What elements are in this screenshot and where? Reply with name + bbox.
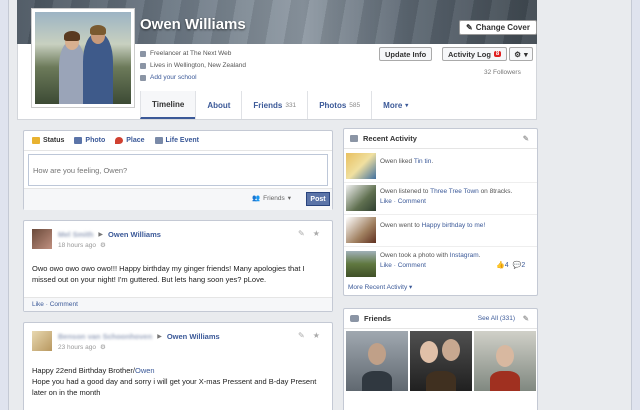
- like-comment-links[interactable]: Like · Comment: [380, 198, 426, 205]
- composer-tab-place[interactable]: Place: [115, 137, 145, 144]
- like-icon: 👍4: [496, 262, 509, 269]
- privacy-icon: ⚙: [99, 242, 106, 249]
- friend-thumbnail[interactable]: [410, 331, 472, 391]
- tab-more[interactable]: More ▾: [371, 91, 419, 119]
- update-info-button[interactable]: Update Info: [379, 47, 433, 61]
- author-avatar[interactable]: [32, 331, 52, 351]
- gear-icon: ⚙: [514, 49, 521, 59]
- author-avatar[interactable]: [32, 229, 52, 249]
- pencil-icon[interactable]: ✎: [298, 331, 305, 340]
- target-name[interactable]: Owen Williams: [167, 332, 220, 341]
- arrow-right-icon: ▶: [98, 232, 104, 238]
- tab-timeline[interactable]: Timeline: [140, 91, 196, 119]
- privacy-icon: ⚙: [99, 344, 106, 351]
- tab-friends[interactable]: Friends 331: [241, 91, 307, 119]
- info-school[interactable]: Add your school: [140, 74, 197, 81]
- followers-count[interactable]: 32 Followers: [484, 69, 521, 76]
- pencil-icon[interactable]: ✎: [298, 229, 305, 238]
- story-header: Benson van Schoonhoven ▶ Owen Williams: [58, 332, 220, 341]
- author-name[interactable]: Mel Smith: [58, 230, 93, 239]
- profile-photo-image: [35, 12, 131, 104]
- change-cover-button[interactable]: ✎ Change Cover: [459, 20, 537, 35]
- friend-thumbnail[interactable]: [346, 331, 408, 391]
- activity-log-button[interactable]: Activity Log 8: [442, 47, 508, 61]
- comment-icon: 💬2: [512, 262, 526, 269]
- friends-header: Friends See All (331) ✎: [344, 309, 537, 329]
- composer-tab-life-event[interactable]: Life Event: [154, 137, 199, 144]
- activity-thumbnail[interactable]: [346, 251, 376, 277]
- star-icon[interactable]: ★: [313, 331, 320, 340]
- activity-stats[interactable]: 👍4 💬2: [496, 261, 525, 269]
- activity-item: Owen went to Happy birthday to me!: [344, 215, 537, 247]
- status-input[interactable]: [28, 154, 328, 186]
- story-time: 23 hours ago ⚙: [58, 343, 106, 352]
- school-icon: [140, 74, 146, 81]
- timeline-story: Mel Smith ▶ Owen Williams 18 hours ago ⚙…: [23, 220, 333, 312]
- camera-icon: ✎: [466, 23, 473, 32]
- like-comment-links[interactable]: Like · Comment: [380, 262, 426, 269]
- tab-about[interactable]: About: [195, 91, 241, 119]
- star-icon[interactable]: ★: [313, 229, 320, 238]
- owen-link[interactable]: Owen: [135, 366, 155, 375]
- home-icon: [140, 62, 146, 69]
- activity-item: Owen listened to Three Tree Town on 8tra…: [344, 183, 537, 215]
- activity-icon: [350, 135, 358, 142]
- activity-item: Owen liked Tin tin.: [344, 151, 537, 183]
- composer-tabs: Status Photo Place Life Event: [24, 131, 332, 151]
- story-tools: ✎ ★: [298, 331, 320, 340]
- story-header: Mel Smith ▶ Owen Williams: [58, 230, 161, 239]
- info-work: Freelancer at The Next Web: [140, 50, 231, 57]
- friend-thumbnail[interactable]: [474, 331, 536, 391]
- chevron-down-icon: ▾: [287, 195, 292, 202]
- activity-thumbnail[interactable]: [346, 185, 376, 211]
- story-text: Owo owo owo owo owo!!! Happy birthday my…: [32, 264, 305, 284]
- story-tools: ✎ ★: [298, 229, 320, 238]
- composer-footer: 👥 Friends ▾ Post: [24, 188, 332, 210]
- place-icon: [115, 137, 124, 144]
- photo-icon: [74, 137, 83, 144]
- friends-icon: 👥: [252, 195, 261, 202]
- activity-log-badge: 8: [493, 51, 502, 57]
- activity-thumbnail[interactable]: [346, 217, 376, 243]
- life-event-icon: [154, 137, 163, 144]
- author-name[interactable]: Benson van Schoonhoven: [58, 332, 152, 341]
- profile-tabs: Timeline About Friends 331 Photos 585 More…: [140, 91, 419, 119]
- recent-activity-panel: Recent Activity ✎ Owen liked Tin tin. Ow…: [343, 128, 538, 296]
- composer-tab-photo[interactable]: Photo: [74, 137, 105, 144]
- story-time: 18 hours ago ⚙: [58, 241, 106, 250]
- page-frame: Owen Williams ✎ Change Cover Freelancer …: [8, 0, 632, 410]
- arrow-right-icon: ▶: [157, 334, 162, 340]
- story-actions[interactable]: Like · Comment: [24, 297, 332, 311]
- status-composer: Status Photo Place Life Event 👥 Friends …: [23, 130, 333, 210]
- target-name[interactable]: Owen Williams: [108, 230, 161, 239]
- timeline-story: Benson van Schoonhoven ▶ Owen Williams 2…: [23, 322, 333, 410]
- audience-selector[interactable]: 👥 Friends ▾: [252, 194, 292, 203]
- chevron-down-icon: ▾: [405, 102, 409, 109]
- friends-icon: [350, 315, 359, 322]
- info-location: Lives in Wellington, New Zealand: [140, 62, 246, 69]
- see-all-friends-link[interactable]: See All (331): [478, 315, 515, 322]
- profile-picture[interactable]: [31, 8, 135, 108]
- settings-button[interactable]: ⚙ ▾: [509, 47, 533, 61]
- change-cover-label: Change Cover: [475, 23, 530, 32]
- friends-panel: Friends See All (331) ✎: [343, 308, 538, 410]
- status-icon: [32, 137, 40, 144]
- recent-activity-header: Recent Activity ✎: [344, 129, 537, 149]
- briefcase-icon: [140, 50, 146, 57]
- pencil-icon[interactable]: ✎: [523, 134, 529, 143]
- activity-item: Owen took a photo with Instagram. Like ·…: [344, 247, 537, 281]
- tab-photos[interactable]: Photos 585: [307, 91, 371, 119]
- composer-tab-status[interactable]: Status: [32, 137, 64, 144]
- post-button[interactable]: Post: [306, 192, 330, 206]
- more-recent-activity-link[interactable]: More Recent Activity ▾: [348, 283, 412, 291]
- friends-grid: [346, 331, 536, 391]
- pencil-icon[interactable]: ✎: [523, 314, 529, 323]
- story-text: Happy 22end Birthday Brother/Owen Hope y…: [32, 366, 317, 397]
- activity-thumbnail[interactable]: [346, 153, 376, 179]
- profile-name[interactable]: Owen Williams: [140, 16, 246, 33]
